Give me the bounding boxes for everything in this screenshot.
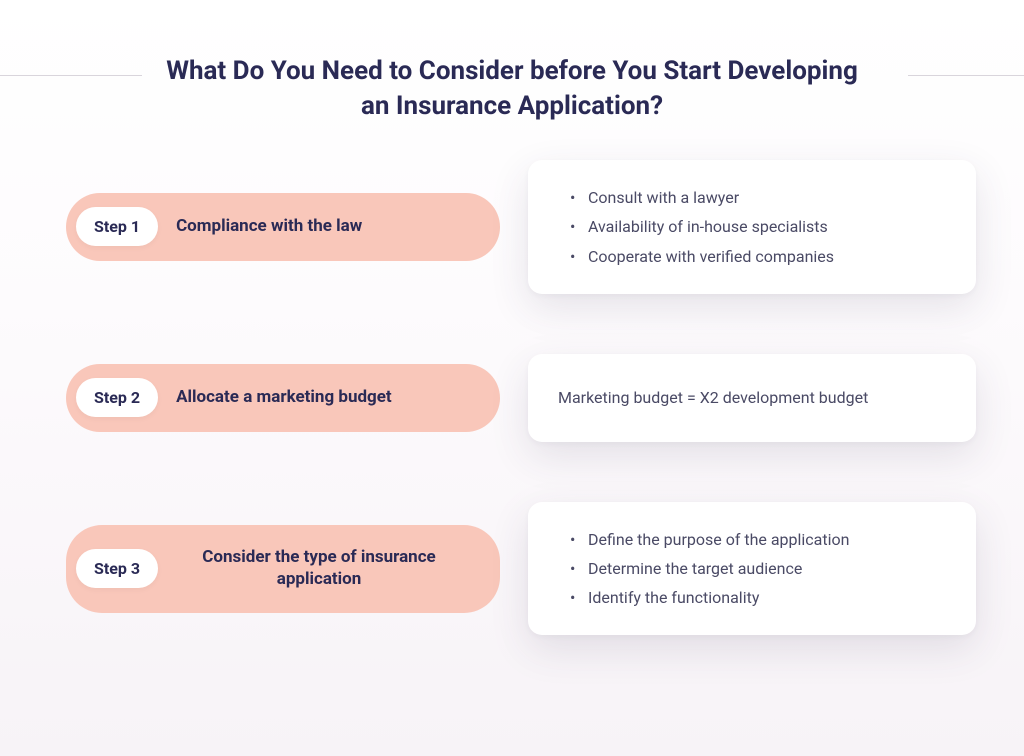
- list-item: Availability of in-house specialists: [570, 213, 948, 240]
- step-detail-list: Consult with a lawyer Availability of in…: [556, 184, 948, 270]
- step-detail-card-1: Consult with a lawyer Availability of in…: [528, 160, 976, 294]
- list-item: Identify the functionality: [570, 584, 948, 611]
- step-title: Compliance with the law: [176, 216, 478, 237]
- list-item: Define the purpose of the application: [570, 526, 948, 553]
- step-badge: Step 3: [76, 549, 158, 588]
- list-item: Cooperate with verified companies: [570, 243, 948, 270]
- title-divider-left: [0, 75, 142, 76]
- page-title: What Do You Need to Consider before You …: [162, 54, 862, 124]
- step-row: Step 2 Allocate a marketing budget Marke…: [66, 354, 976, 442]
- step-detail-card-3: Define the purpose of the application De…: [528, 502, 976, 636]
- title-section: What Do You Need to Consider before You …: [0, 0, 1024, 124]
- list-item: Determine the target audience: [570, 555, 948, 582]
- step-detail-text: Marketing budget = X2 development budget: [556, 376, 948, 420]
- step-card-3: Step 3 Consider the type of insurance ap…: [66, 525, 500, 613]
- step-detail-list: Define the purpose of the application De…: [556, 526, 948, 612]
- step-row: Step 1 Compliance with the law Consult w…: [66, 160, 976, 294]
- step-badge: Step 2: [76, 378, 158, 417]
- step-row: Step 3 Consider the type of insurance ap…: [66, 502, 976, 636]
- step-detail-card-2: Marketing budget = X2 development budget: [528, 354, 976, 442]
- step-title: Allocate a marketing budget: [176, 387, 478, 408]
- step-title: Consider the type of insurance applicati…: [176, 547, 478, 590]
- step-card-1: Step 1 Compliance with the law: [66, 193, 500, 261]
- title-divider-right: [908, 75, 1024, 76]
- steps-container: Step 1 Compliance with the law Consult w…: [0, 124, 1024, 635]
- step-card-2: Step 2 Allocate a marketing budget: [66, 364, 500, 432]
- list-item: Consult with a lawyer: [570, 184, 948, 211]
- step-badge: Step 1: [76, 207, 158, 246]
